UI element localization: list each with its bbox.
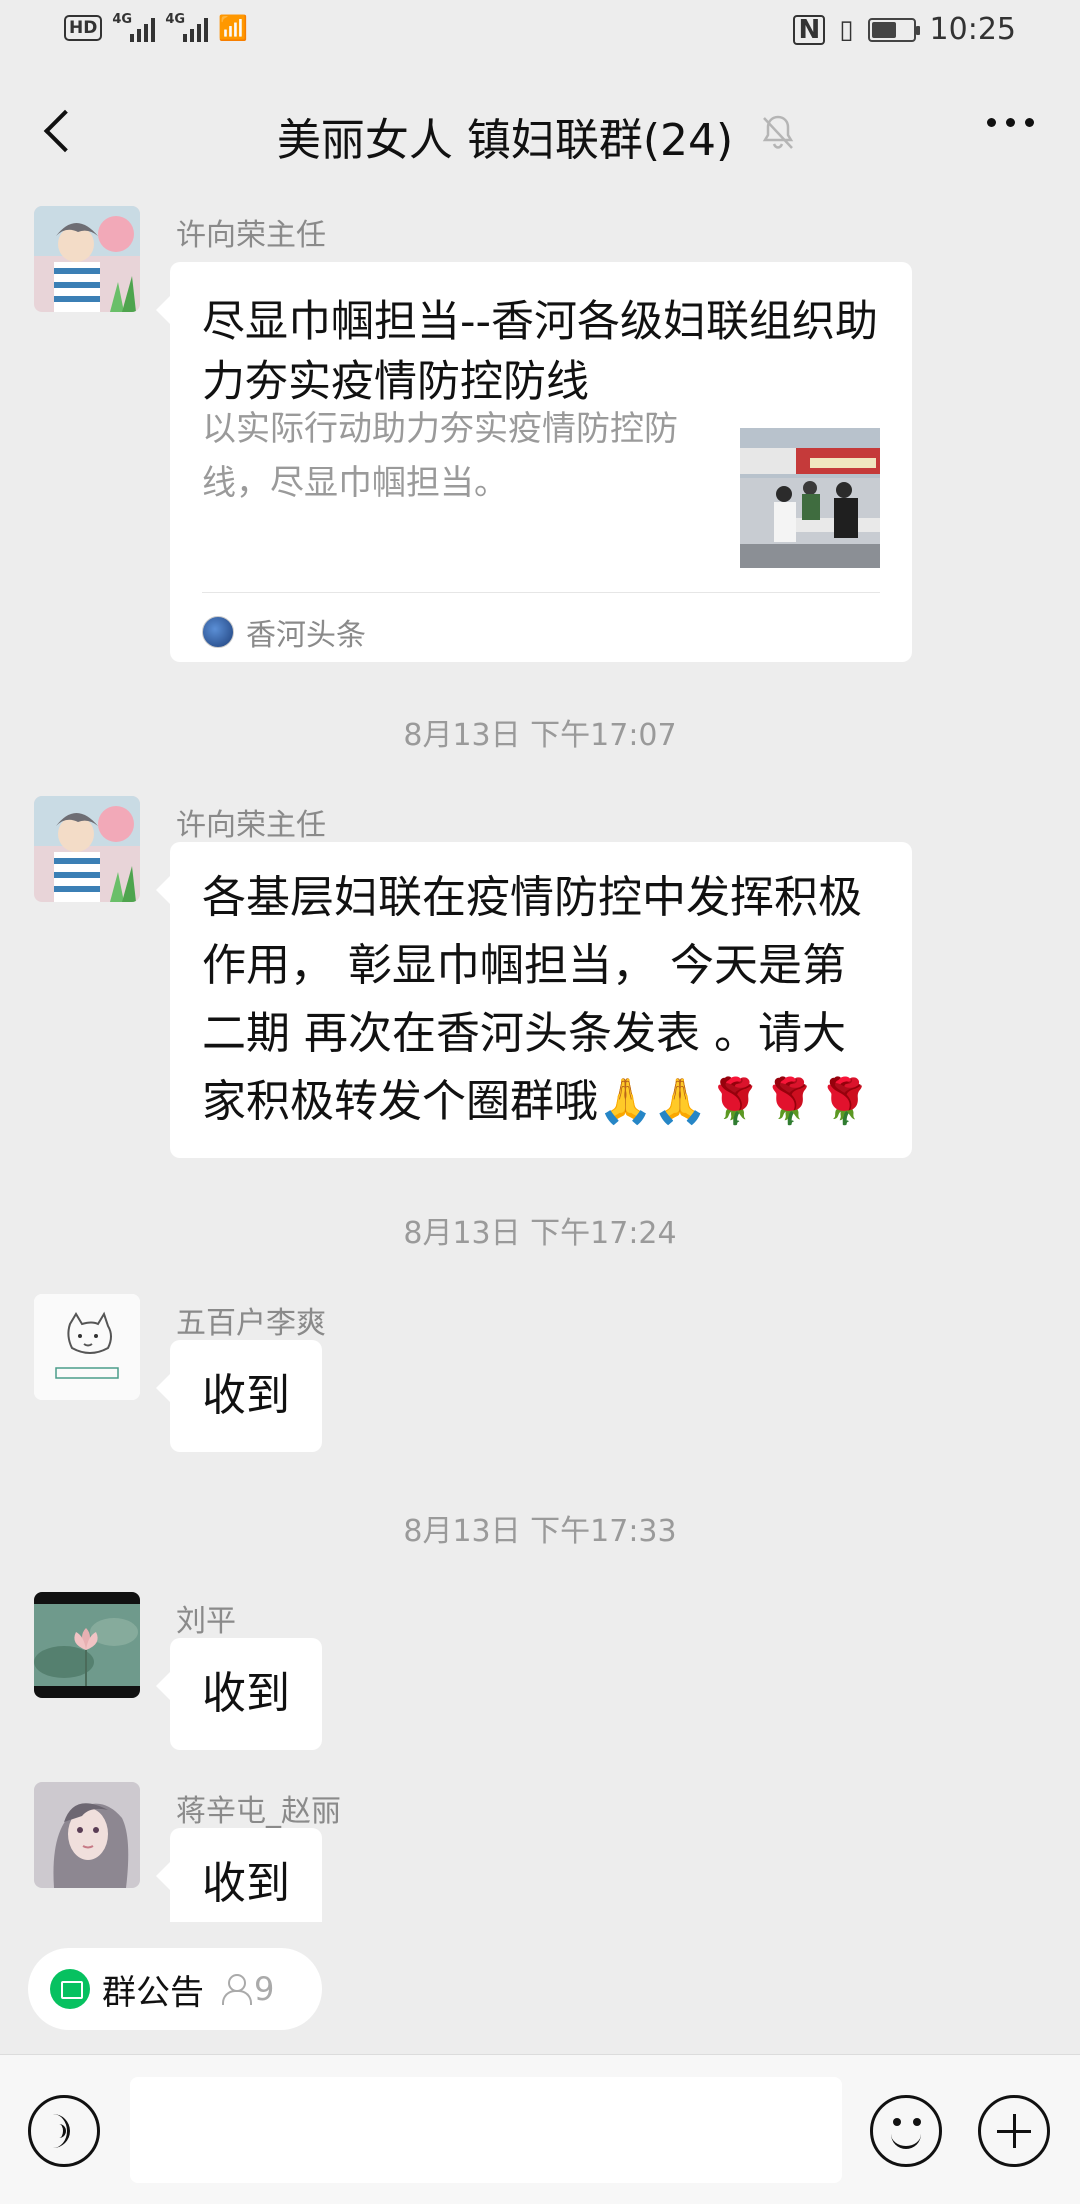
clock: 10:25: [929, 12, 1016, 47]
wifi-icon: 📶: [218, 14, 249, 42]
timestamp: 8月13日 下午17:24: [403, 1216, 677, 1251]
message-bubble[interactable]: 收到: [156, 1638, 322, 1750]
chat-title: 美丽女人 镇妇联群(24): [276, 115, 734, 166]
card-description: 以实际行动助力夯实疫情防控防线，尽显巾帼担当。: [202, 409, 678, 503]
timestamp: 8月13日 下午17:07: [403, 718, 677, 753]
card-divider: [202, 592, 880, 593]
sender-name: 刘平: [176, 1604, 236, 1639]
hd-indicator: HD: [64, 15, 103, 41]
card-title: 尽显巾帼担当--香河各级妇联组织助力夯实疫情防控防线: [202, 297, 879, 407]
card-source: 香河头条: [202, 610, 366, 654]
emoji-icon[interactable]: [870, 2095, 942, 2167]
notice-icon: [50, 1969, 90, 2009]
group-notice-button[interactable]: 群公告 9: [28, 1948, 322, 2030]
message-list[interactable]: 许向荣主任 尽显巾帼担当--香河各级妇联组织助力夯实疫情防控防线 以实际行动助力…: [0, 198, 1080, 1922]
source-logo-icon: [202, 616, 234, 648]
input-bar: [0, 2054, 1080, 2204]
avatar[interactable]: [34, 206, 140, 312]
notice-label: 群公告: [102, 1972, 204, 2013]
chat-header: 美丽女人 镇妇联群(24): [0, 66, 1080, 198]
message-bubble[interactable]: 收到: [156, 1828, 322, 1922]
avatar[interactable]: [34, 796, 140, 902]
person-icon: [222, 1974, 252, 2005]
battery-icon: [867, 17, 920, 42]
voice-icon[interactable]: [28, 2095, 100, 2167]
message-bubble[interactable]: 收到: [156, 1340, 322, 1452]
message-input[interactable]: [130, 2077, 842, 2183]
sender-name: 许向荣主任: [176, 218, 326, 253]
notice-read-count: 9: [222, 1970, 274, 2008]
sender-name: 五百户李爽: [176, 1306, 326, 1341]
vibrate-icon: ▯: [839, 14, 854, 45]
link-card[interactable]: 尽显巾帼担当--香河各级妇联组织助力夯实疫情防控防线 以实际行动助力夯实疫情防控…: [156, 262, 912, 662]
card-thumbnail: [740, 428, 880, 568]
bell-off-icon: [762, 115, 794, 149]
more-dots-icon[interactable]: [987, 118, 1034, 127]
signal-icon: 4G: [112, 12, 156, 42]
avatar[interactable]: [34, 1782, 140, 1888]
avatar[interactable]: [34, 1592, 140, 1698]
message-bubble[interactable]: 各基层妇联在疫情防控中发挥积极作用， 彰显巾帼担当， 今天是第二期 再次在香河头…: [156, 842, 912, 1158]
source-name: 香河头条: [246, 618, 366, 653]
nfc-icon: N: [793, 14, 826, 45]
status-bar: HD 4G 4G 📶 N ▯ 10:25: [0, 0, 1080, 66]
avatar[interactable]: [34, 1294, 140, 1400]
sender-name: 许向荣主任: [176, 808, 326, 843]
sender-name: 蒋辛屯_赵丽: [176, 1794, 341, 1829]
signal-icon: 4G: [165, 12, 209, 42]
timestamp: 8月13日 下午17:33: [403, 1514, 677, 1549]
plus-icon[interactable]: [978, 2095, 1050, 2167]
